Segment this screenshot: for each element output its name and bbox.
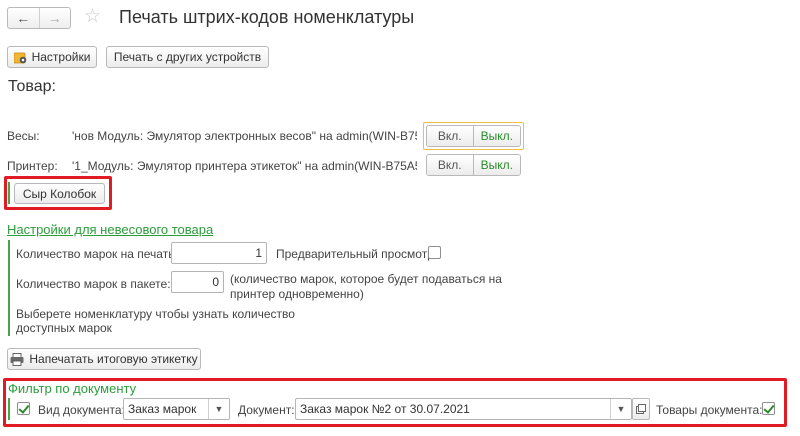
product-group-line [8, 182, 10, 204]
marks-in-pack-input[interactable]: 0 [171, 271, 224, 293]
scales-off-button[interactable]: Выкл. [472, 126, 520, 146]
preview-checkbox[interactable] [428, 246, 441, 259]
document-label: Документ: [238, 403, 295, 417]
print-total-label-button[interactable]: Напечатать итоговую этикетку [7, 348, 201, 370]
scales-on-button[interactable]: Вкл. [427, 126, 473, 146]
settings-icon [13, 51, 27, 64]
chevron-down-icon[interactable]: ▼ [208, 399, 229, 419]
navigation-buttons: ← → [7, 7, 71, 29]
doc-type-select[interactable]: Заказ марок ▼ [123, 398, 230, 420]
star-icon[interactable]: ☆ [84, 5, 101, 28]
marks-to-print-input[interactable]: 1 [171, 242, 267, 264]
nonweight-settings-link[interactable]: Настройки для невесового товара [7, 222, 213, 237]
printer-device-value: '1_Модуль: Эмулятор принтера этикеток" н… [72, 159, 417, 173]
marks-in-pack-hint: (количество марок, которое будет подават… [230, 272, 502, 301]
preview-label: Предварительный просмотр: [276, 247, 438, 261]
printer-off-button[interactable]: Выкл. [472, 155, 520, 175]
arrow-left-icon[interactable]: ← [8, 8, 39, 28]
print-other-devices-button[interactable]: Печать с других устройств [106, 46, 269, 68]
settings-label: Настройки [31, 50, 91, 64]
doc-goods-checkbox[interactable] [762, 402, 775, 415]
nonweight-group-line [8, 240, 10, 336]
print-total-label-text: Напечатать итоговую этикетку [29, 352, 198, 366]
scales-device-value: 'нов Модуль: Эмулятор электронных весов"… [72, 129, 417, 143]
document-value: Заказ марок №2 от 30.07.2021 [300, 402, 470, 416]
printer-on-button[interactable]: Вкл. [427, 155, 473, 175]
marks-in-pack-label: Количество марок в пакете: [16, 277, 171, 291]
doc-type-checkbox[interactable] [17, 402, 30, 415]
doc-type-label: Вид документа: [38, 403, 125, 417]
section-title: Товар: [8, 78, 56, 95]
doc-goods-label: Товары документа: [656, 403, 763, 417]
open-document-icon[interactable] [632, 398, 650, 420]
printer-toggle[interactable]: Вкл. Выкл. [426, 154, 521, 176]
filter-title: Фильтр по документу [8, 381, 137, 396]
page-title: Печать штрих-кодов номенклатуры [119, 7, 415, 27]
filter-group-line [8, 398, 10, 420]
scales-toggle[interactable]: Вкл. Выкл. [426, 125, 521, 147]
arrow-right-icon[interactable]: → [38, 8, 71, 28]
chevron-down-icon[interactable]: ▼ [610, 399, 631, 419]
product-button[interactable]: Сыр Колобок [14, 183, 105, 204]
document-select[interactable]: Заказ марок №2 от 30.07.2021 ▼ [295, 398, 632, 420]
printer-icon [10, 352, 24, 366]
settings-button[interactable]: Настройки [7, 46, 97, 68]
printer-label: Принтер: [7, 159, 58, 173]
doc-type-value: Заказ марок [128, 402, 197, 416]
scales-label: Весы: [7, 129, 40, 143]
marks-to-print-label: Количество марок на печать: [16, 247, 178, 261]
choose-nomenclature-hint: Выберете номенклатуру чтобы узнать колич… [16, 307, 295, 335]
